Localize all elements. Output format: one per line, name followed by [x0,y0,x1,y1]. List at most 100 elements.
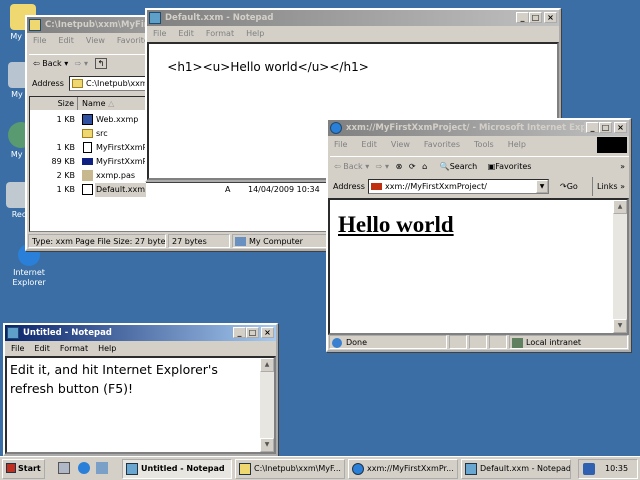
windows-logo-icon [597,137,627,153]
menu-file[interactable]: File [153,26,166,42]
links-button[interactable]: Links » [592,177,625,196]
window-controls: _ □ × [233,327,274,338]
minimize-button[interactable]: _ [586,122,599,133]
stop-icon[interactable]: ⊗ [396,162,403,171]
outlook-quicklaunch-icon[interactable] [96,462,108,474]
app-icon [82,114,93,125]
up-folder-icon[interactable]: ↰ [94,58,108,69]
clock[interactable]: 10:35 [605,460,628,478]
file-modified: 14/04/2009 10:34 [248,185,320,194]
notepad-untitled-window: Untitled - Notepad _ □ × File Edit Format … [3,323,278,456]
taskbar-item-explorer[interactable]: C:\Inetpub\xxm\MyF... [235,459,345,479]
scroll-up-button[interactable]: ▲ [613,200,627,214]
ie-quicklaunch-icon[interactable] [78,462,90,474]
dropdown-button[interactable]: ▼ [536,180,548,193]
pas-file-icon [82,170,93,181]
address-value: xxm://MyFirstXxmProject/ [385,182,487,191]
column-size[interactable]: Size [30,97,78,110]
home-icon[interactable]: ⌂ [422,162,427,171]
menu-format[interactable]: Format [206,26,234,42]
file-size: 89 KB [51,157,75,166]
search-button[interactable]: 🔍Search [440,162,477,171]
status-zone-label: Local intranet [526,338,582,347]
vertical-scrollbar[interactable]: ▲ ▼ [260,358,274,452]
column-name-label: Name [82,99,106,108]
folder-icon [72,79,83,88]
start-label: Start [18,464,41,473]
start-button[interactable]: Start [2,459,45,479]
menu-favorites[interactable]: Favorites [424,136,460,154]
menu-edit[interactable]: Edit [58,33,74,49]
menu-edit[interactable]: Edit [34,341,50,356]
menu-tools[interactable]: Tools [474,136,494,154]
ie-address-bar: Address xxm://MyFirstXxmProject/ ▼ ↷Go L… [330,177,629,196]
close-button[interactable]: × [544,12,557,23]
menu-edit[interactable]: Edit [361,136,377,154]
tray-app-icon[interactable] [583,463,595,475]
file-size: 1 KB [56,115,75,124]
taskbar-item-default-notepad[interactable]: Default.xxm - Notepad [461,459,571,479]
file-row-selected[interactable]: 1 KB Default.xxm A 14/04/2009 10:34 [30,183,328,197]
forward-button[interactable]: ⇨ ▾ [75,59,88,68]
menu-help[interactable]: Help [246,26,264,42]
address-input[interactable]: xxm://MyFirstXxmProject/ ▼ [368,179,549,194]
task-label: Untitled - Notepad [141,464,225,473]
menu-format[interactable]: Format [60,341,88,356]
minimize-button[interactable]: _ [516,12,529,23]
minimize-button[interactable]: _ [233,327,246,338]
forward-button[interactable]: ⇨ ▾ [376,162,389,171]
menu-file[interactable]: File [33,33,46,49]
file-name: Default.xxm [95,183,147,197]
menu-edit[interactable]: Edit [178,26,194,42]
favorites-button[interactable]: ▣Favorites [488,162,532,171]
menu-view[interactable]: View [391,136,410,154]
menu-view[interactable]: View [86,33,105,49]
back-label: Back [42,59,62,68]
go-button[interactable]: ↷Go [560,177,578,196]
back-button[interactable]: ⇦ Back ▾ [334,162,369,171]
file-attributes: A [225,185,231,194]
favorites-label: Favorites [495,162,532,171]
page-icon [371,183,382,190]
ie-title-bar[interactable]: xxm://MyFirstXxmProject/ - Microsoft Int… [328,120,629,136]
notepad-text-area[interactable]: Edit it, and hit Internet Explorer's ref… [5,356,276,454]
taskbar-item-ie[interactable]: xxm://MyFirstXxmPr... [348,459,458,479]
notepad-title-bar[interactable]: Default.xxm - Notepad _ □ × [147,10,559,26]
status-zone: My Computer [232,234,328,248]
menu-help[interactable]: Help [98,341,116,356]
menu-file[interactable]: File [11,341,24,356]
status-size: 27 bytes [168,234,230,248]
maximize-button[interactable]: □ [599,122,612,133]
scroll-down-button[interactable]: ▼ [260,438,274,452]
refresh-icon[interactable]: ⟳ [409,162,416,171]
intranet-icon [512,338,523,348]
ie-window: xxm://MyFirstXxmProject/ - Microsoft Int… [326,118,631,352]
notepad-title-bar[interactable]: Untitled - Notepad _ □ × [5,325,276,341]
taskbar: Start Untitled - Notepad C:\Inetpub\xxm\… [0,456,640,480]
vertical-scrollbar[interactable]: ▲ ▼ [613,200,627,333]
notepad-icon [465,463,477,475]
menu-file[interactable]: File [334,136,347,154]
text-file-icon [83,142,92,153]
scroll-up-button[interactable]: ▲ [260,358,274,372]
folder-icon [82,129,93,138]
maximize-button[interactable]: □ [529,12,542,23]
scroll-down-button[interactable]: ▼ [613,319,627,333]
file-size: 2 KB [56,171,75,180]
back-button[interactable]: ⇦ Back ▾ [33,59,68,68]
status-done: Done [346,338,368,347]
menu-help[interactable]: Help [508,136,526,154]
menu-bar: File Edit Format Help [147,26,559,42]
folder-icon [239,463,251,475]
system-tray: 10:35 [578,459,638,479]
show-desktop-icon[interactable] [58,462,70,474]
maximize-button[interactable]: □ [246,327,259,338]
taskbar-item-untitled-notepad[interactable]: Untitled - Notepad [122,459,232,479]
close-button[interactable]: × [614,122,627,133]
close-button[interactable]: × [261,327,274,338]
address-label: Address [32,79,64,88]
back-label: Back [343,162,363,171]
ie-page-icon [332,338,342,348]
menu-bar: File Edit View Favorites Tools Help [328,136,629,154]
chevron-icon[interactable]: » [620,157,625,176]
